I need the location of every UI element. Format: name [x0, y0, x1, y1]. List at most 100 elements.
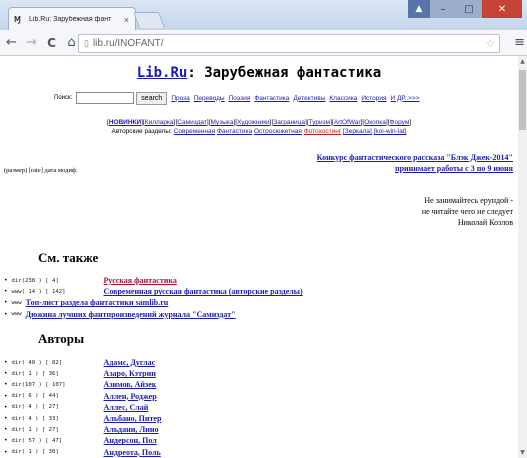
- reload-button[interactable]: C: [43, 36, 60, 50]
- list-item: • dir( 1 ) [ 30] Андреота, Поль: [4, 447, 161, 458]
- nav-link[interactable]: Детективы: [293, 95, 325, 102]
- nav-link[interactable]: История: [361, 95, 386, 102]
- close-window-button[interactable]: ✕: [482, 0, 522, 18]
- author-link[interactable]: Андреота, Поль: [104, 448, 161, 457]
- author-section-link[interactable]: Остросюжетная: [254, 128, 302, 135]
- author-link[interactable]: Андерсон, Пол: [104, 436, 157, 445]
- list-item: • dir(107 ) [ 107] Азимов, Айзек: [4, 379, 161, 390]
- author-link[interactable]: Альдани, Лино: [104, 425, 159, 434]
- see-also-link[interactable]: Русская фантастика: [104, 276, 177, 285]
- contest-announcement: Конкурс фантастического рассказа "Блэк Д…: [317, 152, 513, 174]
- close-tab-icon[interactable]: ×: [124, 15, 135, 25]
- author-link[interactable]: Аллес, Слай: [104, 403, 149, 412]
- bullet-icon: •: [4, 370, 8, 378]
- nav-link[interactable]: Проза: [171, 95, 189, 102]
- maximize-button[interactable]: □: [456, 0, 482, 18]
- section-link[interactable]: Заграница: [273, 119, 305, 126]
- entry-meta: www( 14 ) [ 142]: [11, 288, 66, 295]
- see-also-link[interactable]: Современная русская фантастика (авторски…: [104, 287, 303, 296]
- user-icon[interactable]: ▲: [408, 0, 430, 18]
- entry-meta: www: [11, 311, 22, 318]
- minimize-button[interactable]: –: [430, 0, 456, 18]
- site-home-link[interactable]: Lib.Ru: [137, 65, 188, 81]
- author-section-link[interactable]: [Зеркала]: [343, 128, 372, 135]
- author-link[interactable]: Азимов, Айзек: [104, 380, 157, 389]
- authors-heading: Авторы: [38, 331, 85, 346]
- site-sections-row: [НОВИНКИ][Килларка][Самиздат][Музыка][Ху…: [106, 119, 412, 126]
- section-link[interactable]: Самиздат: [177, 119, 207, 126]
- favicon-icon: Ɱ: [14, 14, 21, 24]
- author-section-link[interactable]: Фотохостинг: [304, 128, 341, 135]
- section-link[interactable]: Туризм: [309, 119, 330, 126]
- bullet-icon: •: [4, 381, 8, 389]
- author-section-link[interactable]: Фантастика: [217, 128, 252, 135]
- bullet-icon: •: [4, 277, 8, 285]
- browser-tab[interactable]: Ɱ Lib.Ru: Зарубежная фант ×: [8, 7, 136, 31]
- nav-link[interactable]: Поэзия: [229, 95, 251, 102]
- section-link[interactable]: НОВИНКИ: [109, 119, 141, 126]
- section-link[interactable]: Окопка: [364, 119, 386, 126]
- quote-line: не читайте чего не следует: [421, 207, 513, 216]
- list-item: • dir( 6 ) [ 44] Аллен, Роджер: [4, 391, 161, 402]
- bullet-icon: •: [4, 403, 8, 411]
- bullet-icon: •: [4, 310, 8, 318]
- bullet-icon: •: [4, 392, 8, 400]
- url-text[interactable]: lib.ru/INOFANT/: [93, 38, 485, 49]
- list-item: • dir(238 ) [ 4] Русская фантастика: [4, 275, 303, 286]
- new-tab-button[interactable]: [133, 12, 165, 28]
- entry-meta: dir( 4 ) [ 33]: [11, 415, 59, 422]
- section-link[interactable]: Килларка: [145, 119, 174, 126]
- bullet-icon: •: [4, 426, 8, 434]
- search-label: Поиск:: [54, 95, 73, 101]
- page-title-text: : Зарубежная фантастика: [187, 65, 382, 81]
- forward-button[interactable]: →: [23, 35, 40, 50]
- author-sections-row: Авторские разделы: Современная Фантастик…: [0, 128, 518, 135]
- search-button[interactable]: search: [136, 91, 168, 105]
- see-also-heading: См. также: [38, 250, 99, 265]
- vertical-scrollbar[interactable]: ▲ ▼: [518, 56, 527, 458]
- author-link[interactable]: Адамс, Дуглас: [104, 358, 156, 367]
- nav-link[interactable]: И ДР..>>>: [391, 95, 420, 102]
- bullet-icon: •: [4, 415, 8, 423]
- scroll-up-icon[interactable]: ▲: [518, 58, 527, 65]
- bullet-icon: •: [4, 288, 8, 296]
- tab-title: Lib.Ru: Зарубежная фант: [29, 16, 112, 23]
- author-link[interactable]: Альбано, Питер: [104, 414, 162, 423]
- page-title: Lib.Ru: Зарубежная фантастика: [0, 65, 518, 81]
- address-bar[interactable]: ▯ lib.ru/INOFANT/ ☆: [78, 34, 500, 53]
- scroll-down-icon[interactable]: ▼: [518, 449, 527, 456]
- menu-icon[interactable]: ≡: [514, 35, 525, 50]
- browser-toolbar: ← → C ⌂ ▯ lib.ru/INOFANT/ ☆ ≡: [0, 30, 527, 56]
- back-button[interactable]: ←: [3, 35, 20, 50]
- section-link[interactable]: Форум: [390, 119, 410, 126]
- see-also-link[interactable]: Топ-лист раздела фантастики samlib.ru: [26, 298, 169, 307]
- scroll-thumb[interactable]: [519, 70, 526, 130]
- authors-list: • dir( 40 ) [ 82] Адамс, Дуглас • dir( 1 ) […: [4, 357, 161, 458]
- window-controls: ▲ – □ ✕: [408, 0, 522, 18]
- entry-meta: dir( 1 ) [ 27]: [11, 426, 59, 433]
- author-sections-label: Авторские разделы:: [111, 128, 172, 135]
- window-titlebar: Ɱ Lib.Ru: Зарубежная фант × ▲ – □ ✕: [0, 0, 527, 31]
- list-item: • dir( 4 ) [ 33] Альбано, Питер: [4, 413, 161, 424]
- section-link[interactable]: ArtOfWar: [334, 119, 361, 126]
- contest-dates-link[interactable]: принимает работы с 3 по 9 июня: [395, 164, 513, 173]
- bookmark-star-icon[interactable]: ☆: [485, 37, 495, 50]
- nav-link[interactable]: Классика: [329, 95, 357, 102]
- nav-link[interactable]: Переводы: [194, 95, 225, 102]
- list-item: • dir( 1 ) [ 36] Азаро, Кэтрин: [4, 368, 161, 379]
- author-link[interactable]: Аллен, Роджер: [104, 392, 157, 401]
- entry-meta: dir(107 ) [ 107]: [11, 381, 66, 388]
- author-link[interactable]: Азаро, Кэтрин: [104, 369, 156, 378]
- entry-meta: dir(238 ) [ 4]: [11, 277, 59, 284]
- entry-meta: dir( 4 ) [ 27]: [11, 404, 59, 411]
- see-also-link[interactable]: Дюжина лучших фантпроизведений журнала "…: [26, 310, 236, 319]
- author-section-link[interactable]: Современная: [174, 128, 215, 135]
- section-link[interactable]: Музыка: [210, 119, 233, 126]
- page-content: Lib.Ru: Зарубежная фантастика Поиск: sea…: [0, 56, 518, 458]
- nav-link[interactable]: Фантастика: [254, 95, 289, 102]
- section-link[interactable]: Художники: [237, 119, 270, 126]
- contest-link[interactable]: Конкурс фантастического рассказа "Блэк Д…: [317, 153, 513, 162]
- author-section-link[interactable]: [koi-win-lat]: [374, 128, 407, 135]
- list-item: • www Дюжина лучших фантпроизведений журна…: [4, 309, 303, 320]
- search-input[interactable]: [76, 92, 135, 104]
